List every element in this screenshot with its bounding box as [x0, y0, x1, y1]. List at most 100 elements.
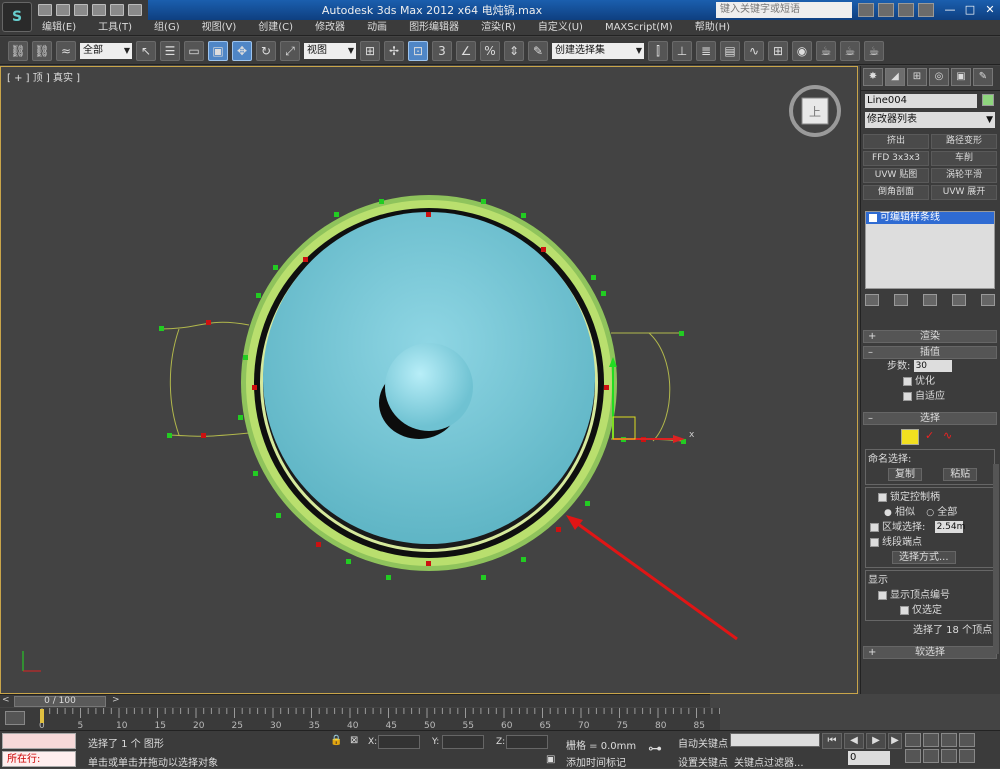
tools-icon[interactable] [878, 3, 894, 17]
select-move-icon[interactable]: ✥ [232, 40, 252, 61]
time-tag-icon[interactable]: ▣ [546, 754, 555, 765]
object-name-field[interactable]: Line004 [865, 94, 977, 108]
goto-start-icon[interactable]: ⏮ [822, 733, 842, 749]
layer-manager-icon[interactable]: ≣ [696, 40, 716, 61]
render-frame-icon[interactable]: ☕ [840, 40, 860, 61]
configure-sets-icon[interactable] [981, 294, 995, 306]
x-coordinate-field[interactable] [378, 735, 420, 749]
window-crossing-icon[interactable]: ▣ [208, 40, 228, 61]
zoom-all-icon[interactable] [923, 733, 939, 747]
menu-rendering[interactable]: 渲染(R) [481, 20, 516, 35]
lock-handles-checkbox[interactable] [878, 492, 887, 502]
key-filters-button[interactable]: 关键点过滤器... [734, 754, 804, 769]
pivot-center-icon[interactable]: ⊞ [360, 40, 380, 61]
panel-scrollbar[interactable] [993, 464, 999, 654]
create-tab-icon[interactable]: ✸ [863, 68, 883, 86]
keyboard-shortcut-icon[interactable]: ⊡ [408, 40, 428, 61]
orbit-icon[interactable] [941, 749, 957, 763]
zoom-extents-icon[interactable] [941, 733, 957, 747]
unlink-icon[interactable]: ⛓ [32, 40, 52, 61]
z-coordinate-field[interactable] [506, 735, 548, 749]
project-folder-icon[interactable] [128, 4, 142, 16]
modify-tab-icon[interactable]: ◢ [885, 68, 905, 86]
save-file-icon[interactable] [74, 4, 88, 16]
curve-editor-icon[interactable]: ∿ [744, 40, 764, 61]
modifier-stack[interactable]: 可编辑样条线 [865, 211, 995, 289]
select-by-name-icon[interactable]: ☰ [160, 40, 180, 61]
viewcube[interactable]: 上 [789, 85, 841, 137]
maximize-button[interactable]: □ [960, 2, 980, 18]
undo-icon[interactable] [92, 4, 106, 16]
time-slider-knob[interactable]: 0 / 100 [14, 696, 106, 707]
hierarchy-tab-icon[interactable]: ⊞ [907, 68, 927, 86]
menu-customize[interactable]: 自定义(U) [538, 20, 583, 35]
menu-maxscript[interactable]: MAXScript(M) [605, 20, 673, 35]
optimize-checkbox[interactable] [903, 376, 912, 386]
remove-modifier-icon[interactable] [952, 294, 966, 306]
star-icon[interactable] [898, 3, 914, 17]
all-radio[interactable]: ○ [926, 508, 934, 518]
make-unique-icon[interactable] [923, 294, 937, 306]
add-time-tag-button[interactable]: 添加时间标记 [566, 754, 626, 769]
spline-level-icon[interactable]: ∿ [943, 429, 959, 445]
modifier-button[interactable]: 倒角剖面 [863, 185, 929, 200]
maxscript-listener-line[interactable]: 所在行: [2, 751, 76, 767]
vertex-level-icon[interactable] [901, 429, 919, 445]
new-file-icon[interactable] [38, 4, 52, 16]
modifier-button[interactable]: 车削 [931, 151, 997, 166]
select-by-button[interactable]: 选择方式... [892, 551, 956, 564]
modifier-button[interactable]: UVW 展开 [931, 185, 997, 200]
y-coordinate-field[interactable] [442, 735, 484, 749]
binoculars-icon[interactable] [858, 3, 874, 17]
menu-create[interactable]: 创建(C) [258, 20, 293, 35]
prev-frame-icon[interactable]: < [2, 695, 10, 705]
zoom-icon[interactable] [905, 733, 921, 747]
key-icon[interactable]: ⊶ [648, 741, 662, 757]
steps-spinner[interactable]: 30 [913, 360, 952, 372]
help-icon[interactable] [918, 3, 934, 17]
maxscript-listener[interactable] [2, 733, 76, 749]
redo-icon[interactable] [110, 4, 124, 16]
ref-coord-dropdown[interactable]: 视图 [304, 42, 356, 59]
utilities-tab-icon[interactable]: ✎ [973, 68, 993, 86]
menu-tools[interactable]: 工具(T) [98, 20, 132, 35]
menu-help[interactable]: 帮助(H) [695, 20, 730, 35]
next-frame-icon[interactable]: > [112, 695, 120, 705]
auto-key-label[interactable]: 自动关键点 [678, 735, 728, 750]
viewport-top[interactable]: x 上 [ + ] 顶 ] 真实 ] [0, 66, 858, 694]
select-object-icon[interactable]: ↖ [136, 40, 156, 61]
abs-rel-toggle-icon[interactable]: ⊠ [350, 735, 358, 746]
modifier-button[interactable]: FFD 3x3x3 [863, 151, 929, 166]
search-input[interactable]: 键入关键字或短语 [716, 2, 852, 18]
viewport-scene[interactable]: x 上 [1, 67, 857, 693]
show-end-result-icon[interactable] [894, 294, 908, 306]
edit-named-sel-icon[interactable]: ✎ [528, 40, 548, 61]
align-icon[interactable]: ⊥ [672, 40, 692, 61]
current-frame-field[interactable]: 0 [848, 751, 890, 765]
current-time-marker[interactable] [40, 709, 44, 723]
lock-selection-icon[interactable]: 🔒 [330, 735, 342, 746]
material-editor-icon[interactable]: ◉ [792, 40, 812, 61]
rect-region-icon[interactable]: ▭ [184, 40, 204, 61]
selected-only-checkbox[interactable] [900, 605, 909, 615]
show-vertex-numbers-checkbox[interactable] [878, 590, 887, 600]
menu-graph-editors[interactable]: 图形编辑器 [409, 20, 459, 35]
menu-edit[interactable]: 编辑(E) [42, 20, 76, 35]
prev-key-icon[interactable]: ◀ [844, 733, 864, 749]
selection-filter-dropdown[interactable]: 全部 [80, 42, 132, 59]
time-slider[interactable]: < 0 / 100 > [0, 694, 710, 707]
modifier-list-dropdown[interactable]: 修改器列表 [865, 112, 995, 128]
paste-button[interactable]: 粘贴 [943, 468, 978, 481]
select-rotate-icon[interactable]: ↻ [256, 40, 276, 61]
set-key-label[interactable]: 设置关键点 [678, 754, 728, 769]
pin-stack-icon[interactable] [865, 294, 879, 306]
play-icon[interactable]: ▶ [866, 733, 886, 749]
modifier-button[interactable]: 挤出 [863, 134, 929, 149]
gizmo-axes[interactable]: x [609, 357, 695, 443]
menu-group[interactable]: 组(G) [154, 20, 180, 35]
modifier-button[interactable]: 路径变形 [931, 134, 997, 149]
select-scale-icon[interactable]: ⤢ [280, 40, 300, 61]
open-file-icon[interactable] [56, 4, 70, 16]
link-icon[interactable]: ⛓ [8, 40, 28, 61]
adaptive-checkbox[interactable] [903, 391, 912, 401]
